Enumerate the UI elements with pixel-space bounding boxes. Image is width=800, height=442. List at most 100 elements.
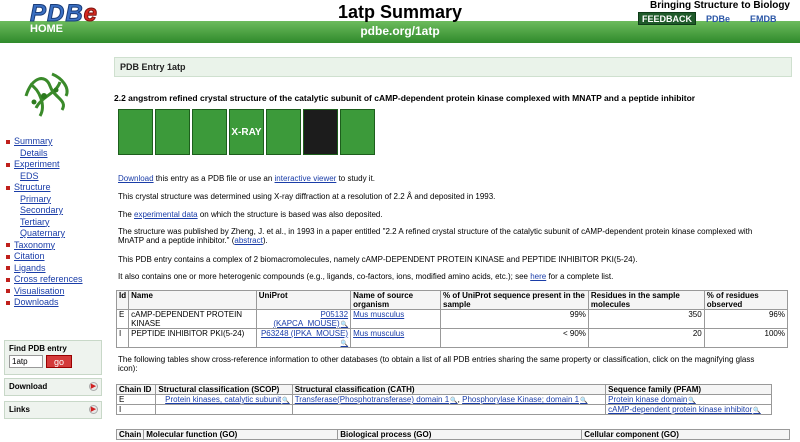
uniprot-link[interactable]: P63248 (IPKA_MOUSE)	[261, 329, 348, 347]
cell-residues: 20	[587, 328, 705, 348]
pfam-link[interactable]: cAMP-dependent protein kinase inhibitor	[608, 405, 761, 414]
sidebar-link[interactable]: Quaternary	[20, 228, 65, 238]
links-box[interactable]: Links ▶	[4, 401, 102, 419]
feedback-button[interactable]: FEEDBACK	[638, 12, 696, 25]
p6-end: for a complete list.	[546, 272, 614, 281]
experimental-data-link[interactable]: experimental data	[134, 210, 198, 219]
sidebar-link[interactable]: Primary	[20, 194, 51, 204]
cell-pct: 99%	[440, 309, 589, 329]
sidebar-item-citation[interactable]: Citation	[6, 251, 83, 263]
sidebar-link[interactable]: Secondary	[20, 205, 63, 215]
sidebar-link[interactable]: Details	[20, 148, 48, 158]
test-tube-icon[interactable]	[266, 109, 301, 155]
pdb-id-input[interactable]: 1atp	[9, 355, 43, 368]
cell-name: cAMP-DEPENDENT PROTEIN KINASE	[128, 309, 257, 329]
book-icon[interactable]	[118, 109, 153, 155]
find-entry-box: Find PDB entry 1atp go	[4, 340, 102, 375]
pdbe-small-logo[interactable]: PDBe	[706, 14, 730, 24]
sidebar-item-tertiary[interactable]: Tertiary	[6, 217, 83, 229]
tagline: Bringing Structure to Biology	[650, 0, 790, 11]
dna-icon[interactable]	[303, 109, 338, 155]
col-cellular-component: Cellular component (GO)	[581, 429, 790, 440]
hexagon-icon[interactable]	[340, 109, 375, 155]
sidebar-item-taxonomy[interactable]: Taxonomy	[6, 240, 83, 252]
cell-id: I	[115, 328, 130, 348]
arrow-right-icon[interactable]: ▶	[89, 382, 98, 391]
p1-text: this entry as a PDB file or use an	[153, 174, 275, 183]
sidebar-item-cross-references[interactable]: Cross references	[6, 274, 83, 286]
interactive-viewer-link[interactable]: interactive viewer	[275, 174, 337, 183]
sidebar-link[interactable]: Structure	[14, 182, 51, 192]
arrow-right-icon[interactable]: ▶	[89, 405, 98, 414]
emdb-logo[interactable]: EMDB	[750, 14, 777, 24]
molecules-table: Id Name UniProt Name of source organism …	[115, 290, 789, 348]
sidebar-link[interactable]: Taxonomy	[14, 240, 55, 250]
sidebar-link[interactable]: Citation	[14, 251, 45, 261]
sidebar-item-downloads[interactable]: Downloads	[6, 297, 83, 309]
sidebar-item-eds[interactable]: EDS	[6, 171, 83, 183]
cell-organism: Mus musculus	[350, 309, 442, 329]
cell-cath: Transferase(Phosphotransferase) domain 1…	[291, 394, 607, 405]
mouse-icon[interactable]	[155, 109, 190, 155]
cath-link-2[interactable]: Phosphorylase Kinase; domain 1	[462, 395, 587, 404]
refresh-icon[interactable]	[192, 109, 227, 155]
here-link[interactable]: here	[530, 272, 546, 281]
uniprot-link[interactable]: P05132	[321, 310, 349, 319]
sidebar-link[interactable]: Ligands	[14, 263, 46, 273]
cell-chain: I	[115, 404, 157, 415]
sidebar-item-visualisation[interactable]: Visualisation	[6, 286, 83, 298]
download-link[interactable]: Download	[118, 174, 154, 183]
organism-link[interactable]: Mus musculus	[353, 329, 404, 338]
p4-line2: MnATP and a peptide inhibitor." (	[118, 236, 235, 245]
cell-organism: Mus musculus	[350, 328, 442, 348]
sidebar-item-structure[interactable]: Structure	[6, 182, 83, 194]
scop-link[interactable]: Protein kinases, catalytic subunit	[165, 395, 290, 404]
page-url: pdbe.org/1atp	[360, 24, 440, 38]
uniprot-name-link[interactable]: (KAPCA_MOUSE)	[273, 319, 348, 328]
cell-pct: < 90%	[440, 328, 589, 348]
sidebar-item-ligands[interactable]: Ligands	[6, 263, 83, 275]
sidebar-link[interactable]: EDS	[20, 171, 39, 181]
sidebar-item-details[interactable]: Details	[6, 148, 83, 160]
p3-pre: The	[118, 210, 135, 219]
cell-scop	[155, 404, 293, 415]
table-row: I cAMP-dependent protein kinase inhibito…	[115, 404, 772, 415]
sidebar-item-quaternary[interactable]: Quaternary	[6, 228, 83, 240]
table-header-row: Chain ID Structural classification (SCOP…	[115, 384, 772, 395]
abstract-link[interactable]: abstract	[234, 236, 262, 245]
sidebar-item-primary[interactable]: Primary	[6, 194, 83, 206]
sidebar-link[interactable]: Visualisation	[14, 286, 64, 296]
paragraph-hetero: It also contains one or more heterogenic…	[118, 272, 613, 281]
sidebar-item-summary[interactable]: Summary	[6, 136, 83, 148]
sidebar-item-secondary[interactable]: Secondary	[6, 205, 83, 217]
entry-header: PDB Entry 1atp	[114, 57, 792, 77]
col-chain: Chain ID	[115, 384, 157, 395]
sidebar-link[interactable]: Tertiary	[20, 217, 50, 227]
paragraph-xray: This crystal structure was determined us…	[118, 192, 496, 201]
sidebar-link[interactable]: Summary	[14, 136, 53, 146]
cell-id: E	[115, 309, 130, 329]
p1-end: to study it.	[336, 174, 376, 183]
col-name: Name	[128, 290, 257, 310]
sidebar-link[interactable]: Cross references	[14, 274, 83, 284]
sidebar-link[interactable]: Experiment	[14, 159, 60, 169]
download-box[interactable]: Download ▶	[4, 378, 102, 396]
xray-icon[interactable]: X-RAY	[229, 109, 264, 155]
cath-link-1[interactable]: Transferase(Phosphotransferase) domain 1	[295, 395, 458, 404]
col-id: Id	[115, 290, 130, 310]
molecule-thumbnail	[24, 72, 69, 117]
organism-link[interactable]: Mus musculus	[353, 310, 404, 319]
pfam-link[interactable]: Protein kinase domain	[608, 395, 696, 404]
go-button[interactable]: go	[46, 355, 72, 368]
sidebar: Summary Details Experiment EDS Structure Prim…	[0, 44, 108, 442]
table-row: E cAMP-DEPENDENT PROTEIN KINASE P05132 (K…	[115, 309, 789, 329]
paragraph-download: Download this entry as a PDB file or use…	[118, 174, 375, 183]
sidebar-nav: Summary Details Experiment EDS Structure Prim…	[6, 136, 83, 309]
sidebar-item-experiment[interactable]: Experiment	[6, 159, 83, 171]
main-content: PDB Entry 1atp 2.2 angstrom refined crys…	[114, 57, 792, 440]
cell-observed: 100%	[703, 328, 789, 348]
sidebar-link[interactable]: Downloads	[14, 297, 59, 307]
col-pct-uniprot: % of UniProt sequence present in the sam…	[440, 290, 589, 310]
paragraph-complex: This PDB entry contains a complex of 2 b…	[118, 255, 638, 264]
p4-line1: The structure was published by Zheng, J.…	[118, 227, 753, 236]
